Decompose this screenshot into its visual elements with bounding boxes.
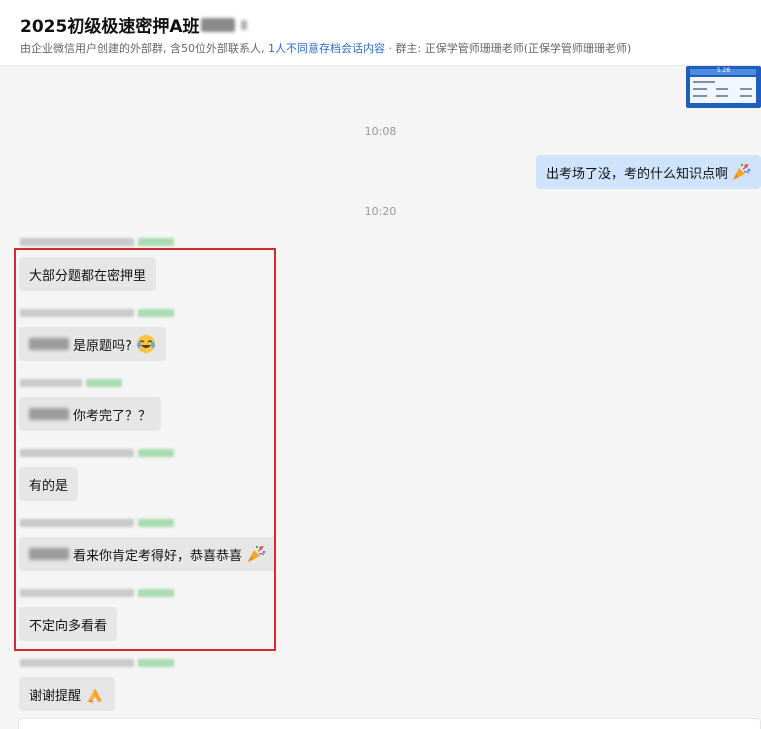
message-text: 谢谢提醒 [29, 688, 82, 704]
image-message-thumbnail[interactable]: 5.28 [686, 66, 761, 108]
outgoing-message-bubble[interactable]: 出考场了没，考的什么知识点啊 [535, 155, 761, 189]
highlight-annotation-box [14, 248, 276, 651]
thumbnail-heading: 5.28 [716, 67, 731, 74]
sender-name-redacted [20, 658, 174, 668]
redacted-title-suffix [201, 17, 236, 32]
group-title[interactable]: 2025初级极速密押A班 [20, 12, 199, 37]
thumbnail-table [690, 77, 756, 103]
party-popper-icon [731, 162, 751, 182]
group-title-row: 2025初级极速密押A班 [20, 12, 248, 37]
group-subtitle: 由企业微信用户创建的外部群, 含50位外部联系人, 1人不同意存档会话内容 · … [20, 40, 631, 56]
incoming-message-bubble[interactable]: 谢谢提醒 [19, 677, 116, 711]
folded-hands-icon [85, 684, 105, 704]
archive-consent-link[interactable]: 1人不同意存档会话内容 [268, 42, 385, 55]
group-description: 由企业微信用户创建的外部群, 含50位外部联系人, [20, 42, 265, 55]
timestamp: 10:20 [364, 205, 397, 218]
chat-header: 2025初级极速密押A班 由企业微信用户创建的外部群, 含50位外部联系人, 1… [0, 0, 761, 66]
timestamp: 10:08 [364, 125, 397, 138]
message-text: 出考场了没，考的什么知识点啊 [545, 166, 728, 182]
message-composer[interactable] [18, 718, 761, 729]
group-owner: · 群主: 正保学管师珊珊老师(正保学管师珊珊老师) [388, 42, 632, 55]
sender-name-redacted [20, 237, 174, 247]
redacted-title-mark [241, 19, 248, 30]
